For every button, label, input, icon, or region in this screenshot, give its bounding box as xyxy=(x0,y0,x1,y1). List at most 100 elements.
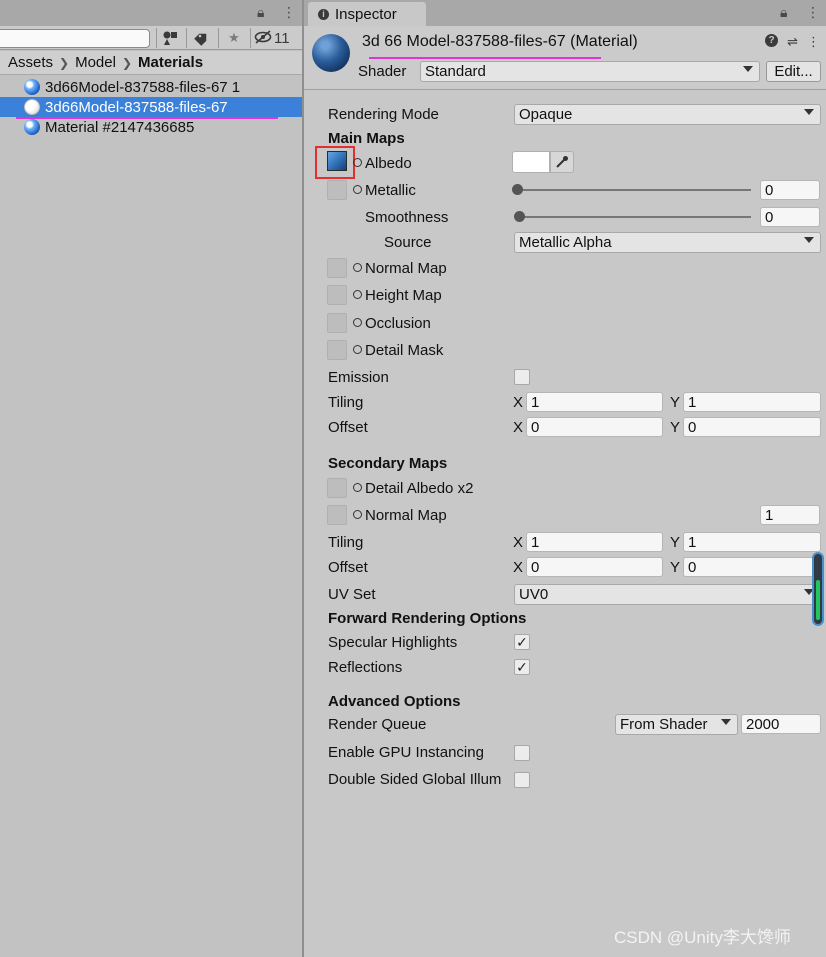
object-picker-icon[interactable] xyxy=(353,345,362,354)
favorite-star-icon[interactable]: ★ xyxy=(222,28,246,48)
shader-label: Shader xyxy=(358,63,407,80)
scroll-indicator-thumb[interactable] xyxy=(816,580,820,620)
eye-slash-icon xyxy=(254,29,272,47)
asset-name: 3d66Model-837588-files-67 xyxy=(45,98,228,116)
edit-shader-button[interactable]: Edit... xyxy=(766,61,821,82)
project-tab-bar: 🔒︎ ⋮ xyxy=(0,0,302,26)
toolbar-divider xyxy=(186,28,187,48)
metallic-value-field[interactable]: 0 xyxy=(760,180,820,200)
hidden-packages-button[interactable]: 11 xyxy=(254,28,300,48)
object-picker-icon[interactable] xyxy=(353,318,362,327)
specular-highlights-label: Specular Highlights xyxy=(328,634,458,651)
rendering-mode-label: Rendering Mode xyxy=(328,106,439,123)
smoothness-slider-track[interactable] xyxy=(517,216,751,218)
eyedropper-icon[interactable] xyxy=(550,151,574,173)
asset-item[interactable]: Material #2147436685 xyxy=(0,117,302,137)
secondary-tiling-x-label: X xyxy=(513,534,524,551)
source-label: Source xyxy=(384,234,432,251)
toolbar-divider xyxy=(218,28,219,48)
secondary-normal-scale-field[interactable]: 1 xyxy=(760,505,820,525)
secondary-tiling-y-field[interactable]: 1 xyxy=(683,532,821,552)
secondary-offset-label: Offset xyxy=(328,559,368,576)
breadcrumb-materials[interactable]: Materials xyxy=(138,54,203,71)
metallic-slider-track[interactable] xyxy=(517,189,751,191)
uv-set-label: UV Set xyxy=(328,586,376,603)
render-queue-value-field[interactable]: 2000 xyxy=(741,714,821,734)
help-icon[interactable]: ? xyxy=(765,34,779,47)
info-icon: i xyxy=(318,8,329,20)
height-map-slot[interactable] xyxy=(327,285,347,305)
uv-set-dropdown[interactable]: UV0 xyxy=(514,584,821,605)
material-title: 3d 66 Model-837588-files-67 (Material) xyxy=(362,33,638,50)
material-sphere-blue-icon xyxy=(24,79,40,95)
occlusion-slot[interactable] xyxy=(327,313,347,333)
rendering-mode-dropdown[interactable]: Opaque xyxy=(514,104,821,125)
object-picker-icon[interactable] xyxy=(353,158,362,167)
render-queue-mode-value: From Shader xyxy=(620,716,708,733)
detail-albedo-slot[interactable] xyxy=(327,478,347,498)
metallic-slider-handle[interactable] xyxy=(512,184,523,195)
breadcrumb-model[interactable]: Model xyxy=(75,54,116,71)
double-sided-gi-checkbox[interactable] xyxy=(514,772,530,788)
metallic-label: Metallic xyxy=(353,182,416,199)
shader-value: Standard xyxy=(425,63,486,80)
uv-set-value: UV0 xyxy=(519,586,549,603)
reflections-checkbox[interactable]: ✓ xyxy=(514,659,530,675)
asset-name: Material #2147436685 xyxy=(45,118,195,136)
object-picker-icon[interactable] xyxy=(353,263,362,272)
object-picker-icon[interactable] xyxy=(353,483,362,492)
material-properties: Rendering Mode Opaque Main Maps Albedo M… xyxy=(304,90,826,957)
detail-mask-slot[interactable] xyxy=(327,340,347,360)
material-sphere-white-icon xyxy=(24,99,40,115)
smoothness-slider-handle[interactable] xyxy=(514,211,525,222)
detail-albedo-label: Detail Albedo x2 xyxy=(353,480,473,497)
offset-x-field[interactable]: 0 xyxy=(526,417,663,437)
secondary-tiling-x-field[interactable]: 1 xyxy=(526,532,663,552)
render-queue-mode-dropdown[interactable]: From Shader xyxy=(615,714,738,735)
more-options-icon[interactable]: ⋮ xyxy=(807,34,820,50)
lock-icon[interactable]: 🔒︎ xyxy=(780,4,787,21)
filter-by-type-icon[interactable] xyxy=(158,28,182,48)
dropdown-arrow-icon xyxy=(743,66,753,72)
object-picker-icon[interactable] xyxy=(353,510,362,519)
asset-item-selected[interactable]: 3d66Model-837588-files-67 xyxy=(0,97,302,117)
secondary-offset-y-field[interactable]: 0 xyxy=(683,557,821,577)
lock-icon[interactable]: 🔒︎ xyxy=(257,4,264,21)
metallic-texture-slot[interactable] xyxy=(327,180,347,200)
secondary-tiling-y-label: Y xyxy=(670,534,681,551)
tiling-x-label: X xyxy=(513,394,524,411)
material-sphere-blue-icon xyxy=(24,119,40,135)
scroll-indicator[interactable] xyxy=(812,552,824,626)
secondary-normal-map-slot[interactable] xyxy=(327,505,347,525)
presets-sliders-icon[interactable]: ⇌ xyxy=(787,34,798,50)
breadcrumb-assets[interactable]: Assets xyxy=(8,54,53,71)
albedo-color-field[interactable] xyxy=(512,151,550,173)
asset-name: 3d66Model-837588-files-67 1 xyxy=(45,78,241,96)
offset-y-field[interactable]: 0 xyxy=(683,417,821,437)
source-dropdown[interactable]: Metallic Alpha xyxy=(514,232,821,253)
label-icon[interactable] xyxy=(190,28,214,48)
smoothness-value-field[interactable]: 0 xyxy=(760,207,820,227)
tiling-x-field[interactable]: 1 xyxy=(526,392,663,412)
asset-item[interactable]: 3d66Model-837588-files-67 1 xyxy=(0,77,302,97)
object-picker-icon[interactable] xyxy=(353,185,362,194)
normal-map-slot[interactable] xyxy=(327,258,347,278)
offset-y-label: Y xyxy=(670,419,681,436)
secondary-offset-x-field[interactable]: 0 xyxy=(526,557,663,577)
chevron-right-icon: ❯ xyxy=(59,55,70,70)
more-options-icon[interactable]: ⋮ xyxy=(806,4,820,21)
tab-inspector[interactable]: i Inspector xyxy=(308,2,426,26)
emission-checkbox[interactable] xyxy=(514,369,530,385)
gpu-instancing-checkbox[interactable] xyxy=(514,745,530,761)
more-options-icon[interactable]: ⋮ xyxy=(282,4,296,21)
tiling-label: Tiling xyxy=(328,394,364,411)
specular-highlights-checkbox[interactable]: ✓ xyxy=(514,634,530,650)
tiling-y-field[interactable]: 1 xyxy=(683,392,821,412)
rendering-mode-value: Opaque xyxy=(519,106,573,123)
dropdown-arrow-icon xyxy=(804,109,814,115)
shader-dropdown[interactable]: Standard xyxy=(420,61,760,82)
detail-mask-label: Detail Mask xyxy=(353,342,443,359)
offset-label: Offset xyxy=(328,419,368,436)
object-picker-icon[interactable] xyxy=(353,290,362,299)
search-input[interactable] xyxy=(0,29,150,48)
